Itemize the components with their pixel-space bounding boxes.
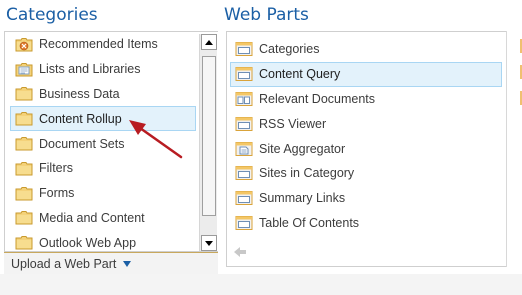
web-part-item-label: Site Aggregator: [259, 141, 346, 156]
web-part-icon: [235, 41, 253, 57]
web-part-item[interactable]: Summary Links: [227, 186, 503, 211]
web-part-item[interactable]: Content Query: [230, 61, 502, 87]
category-item[interactable]: Recommended Items: [5, 32, 197, 57]
folder-icon: [15, 161, 33, 176]
web-parts-heading: Web Parts: [224, 5, 309, 25]
categories-list: Recommended Items Lists and Libraries Busi…: [5, 32, 197, 251]
folder-icon: [15, 111, 33, 126]
web-part-icon: [235, 215, 253, 231]
categories-heading: Categories: [6, 5, 98, 25]
scrollbar-thumb[interactable]: [202, 56, 216, 216]
web-part-item[interactable]: RSS Viewer: [227, 111, 503, 136]
folder-icon: [15, 210, 33, 225]
scroll-up-arrow-icon: [205, 39, 213, 45]
recommended-folder-icon: [15, 37, 33, 52]
category-item-label: Business Data: [39, 86, 120, 101]
web-part-item[interactable]: Table Of Contents: [227, 211, 503, 236]
category-item-label: Document Sets: [39, 136, 125, 151]
web-part-item[interactable]: Site Aggregator: [227, 136, 503, 161]
folder-icon: [15, 86, 33, 101]
back-arrow-icon[interactable]: [233, 246, 247, 258]
category-item[interactable]: Outlook Web App: [5, 230, 197, 251]
category-item-label: Media and Content: [39, 210, 145, 225]
web-part-item[interactable]: Categories: [227, 37, 503, 62]
category-item[interactable]: Media and Content: [5, 206, 197, 231]
right-pane-edge: [506, 31, 522, 267]
folder-icon: [15, 186, 33, 201]
footer-bar: [0, 274, 522, 295]
relevant-documents-icon: [235, 91, 253, 107]
category-item[interactable]: Forms: [5, 181, 197, 206]
web-parts-list-panel: Categories Content Query Relevant Document…: [226, 31, 506, 267]
scroll-down-button[interactable]: [201, 235, 217, 251]
category-item-label: Lists and Libraries: [39, 62, 141, 77]
category-item-label: Outlook Web App: [39, 235, 137, 250]
document-icon: [235, 141, 253, 157]
web-part-item-label: Content Query: [259, 67, 341, 82]
list-folder-icon: [15, 62, 33, 77]
category-item-label: Forms: [39, 186, 75, 201]
scroll-down-arrow-icon: [205, 240, 213, 246]
category-item[interactable]: Content Rollup: [10, 106, 196, 132]
category-item[interactable]: Document Sets: [5, 131, 197, 156]
web-parts-list: Categories Content Query Relevant Document…: [227, 37, 503, 235]
web-part-icon: [235, 116, 253, 132]
web-part-icon: [235, 66, 253, 82]
categories-scrollbar[interactable]: [199, 34, 217, 251]
web-part-item-label: Summary Links: [259, 191, 346, 206]
web-part-item-label: Table Of Contents: [259, 215, 360, 230]
web-part-item[interactable]: Sites in Category: [227, 161, 503, 186]
upload-web-part-label[interactable]: Upload a Web Part: [11, 257, 116, 271]
categories-list-panel: Recommended Items Lists and Libraries Busi…: [4, 31, 218, 252]
category-item[interactable]: Filters: [5, 156, 197, 181]
web-part-item-label: RSS Viewer: [259, 116, 327, 131]
folder-icon: [15, 235, 33, 250]
category-item[interactable]: Lists and Libraries: [5, 57, 197, 82]
category-item-label: Content Rollup: [39, 111, 122, 126]
category-item-label: Filters: [39, 161, 74, 176]
web-part-icon: [235, 165, 253, 181]
category-item[interactable]: Business Data: [5, 82, 197, 107]
web-part-item[interactable]: Relevant Documents: [227, 87, 503, 112]
upload-web-part-menu[interactable]: Upload a Web Part: [4, 252, 218, 274]
web-part-item-label: Relevant Documents: [259, 91, 376, 106]
category-item-label: Recommended Items: [39, 37, 158, 52]
dropdown-arrow-icon[interactable]: [123, 260, 132, 267]
web-part-icon: [235, 190, 253, 206]
web-part-item-label: Categories: [259, 42, 320, 57]
folder-icon: [15, 136, 33, 151]
web-part-item-label: Sites in Category: [259, 166, 355, 181]
scroll-up-button[interactable]: [201, 34, 217, 50]
